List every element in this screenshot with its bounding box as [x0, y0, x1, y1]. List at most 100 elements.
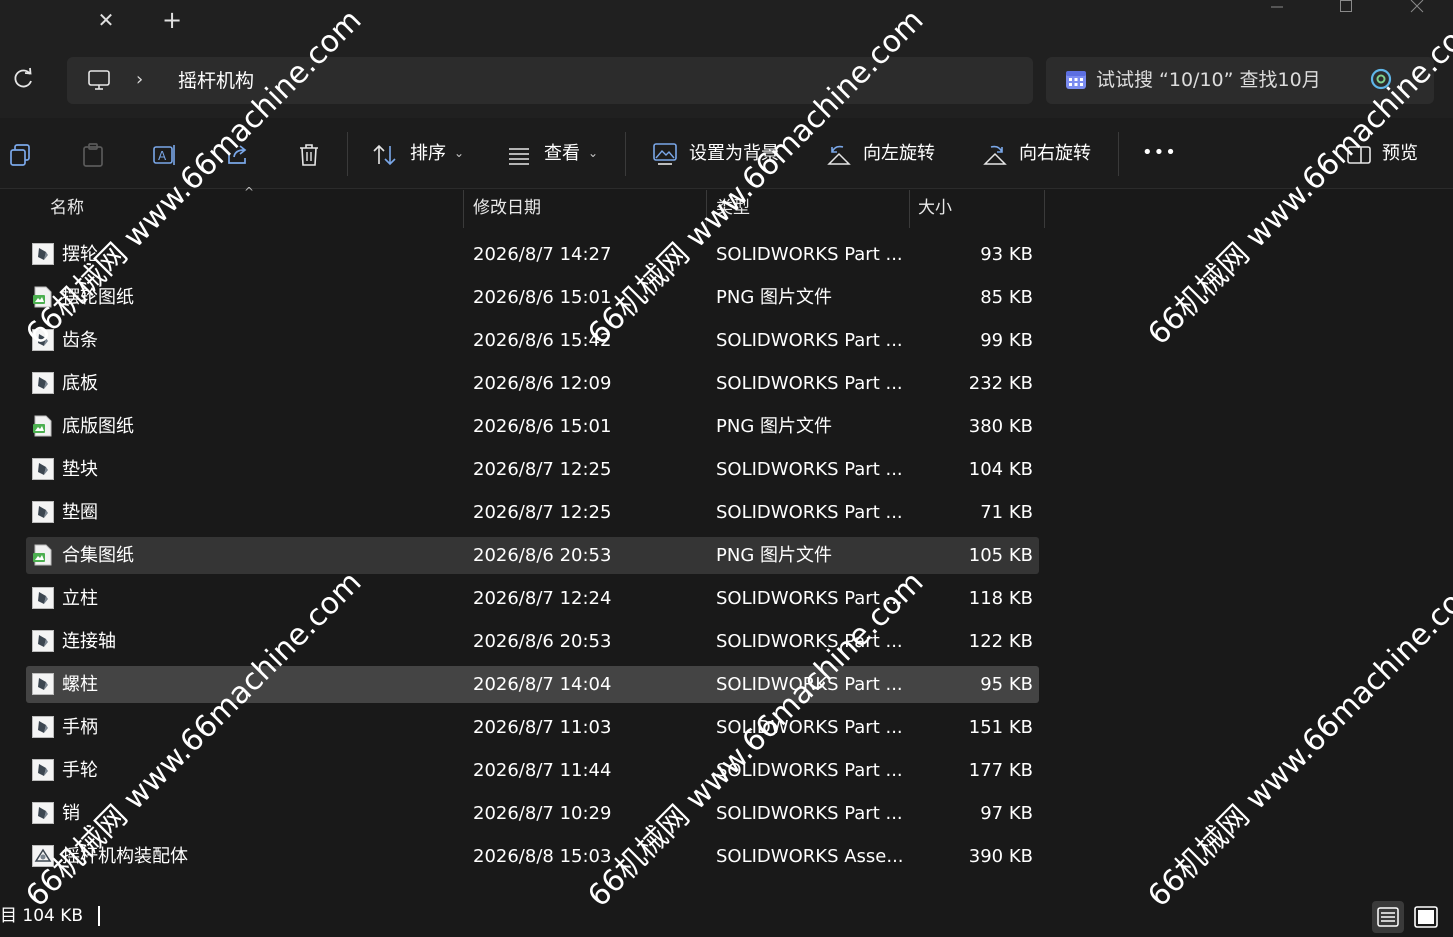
file-row[interactable]: 摆轮图纸 2026/8/6 15:01 PNG 图片文件 85 KB: [26, 279, 1039, 316]
file-modified-date: 2026/8/6 15:01: [473, 416, 612, 437]
sort-icon[interactable]: [372, 142, 398, 168]
copy-icon[interactable]: [8, 142, 34, 168]
file-row[interactable]: 合集图纸 2026/8/6 20:53 PNG 图片文件 105 KB: [26, 537, 1039, 574]
file-size: 97 KB: [980, 803, 1033, 824]
calendar-icon: [1064, 67, 1088, 91]
view-button[interactable]: 查看: [544, 141, 580, 167]
solidworks-part-icon: [32, 759, 54, 781]
preview-pane-icon[interactable]: [1346, 142, 1372, 168]
file-name: 底板: [62, 373, 98, 394]
column-header-size[interactable]: 大小: [918, 196, 952, 220]
file-row[interactable]: 摆轮 2026/8/7 14:27 SOLIDWORKS Part ... 93 KB: [26, 236, 1039, 273]
file-row[interactable]: 立柱 2026/8/7 12:24 SOLIDWORKS Part ... 118 K…: [26, 580, 1039, 617]
file-size: 177 KB: [968, 760, 1033, 781]
column-divider[interactable]: [909, 190, 910, 228]
file-row[interactable]: 底版图纸 2026/8/6 15:01 PNG 图片文件 380 KB: [26, 408, 1039, 445]
toolbar-separator: [1118, 132, 1119, 176]
rotate-left-icon[interactable]: [826, 142, 852, 168]
file-size: 93 KB: [980, 244, 1033, 265]
file-modified-date: 2026/8/7 14:04: [473, 674, 612, 695]
view-icon[interactable]: [506, 142, 532, 168]
details-view-button[interactable]: [1372, 901, 1404, 933]
file-name: 手柄: [62, 717, 98, 738]
column-divider[interactable]: [463, 190, 464, 228]
sort-button[interactable]: 排序: [410, 141, 446, 167]
file-name: 销: [62, 803, 80, 824]
file-row[interactable]: 手柄 2026/8/7 11:03 SOLIDWORKS Part ... 151 K…: [26, 709, 1039, 746]
share-icon[interactable]: [225, 142, 251, 168]
column-header-name[interactable]: 名称: [50, 196, 84, 220]
copilot-icon[interactable]: [1368, 66, 1394, 92]
file-size: 380 KB: [968, 416, 1033, 437]
this-pc-icon[interactable]: [86, 67, 112, 93]
file-type: SOLIDWORKS Part ...: [716, 631, 903, 652]
maximize-button[interactable]: [1323, 0, 1369, 18]
column-header-type[interactable]: 类型: [716, 196, 750, 220]
file-row[interactable]: 底板 2026/8/6 12:09 SOLIDWORKS Part ... 232 K…: [26, 365, 1039, 402]
file-type: SOLIDWORKS Part ...: [716, 588, 903, 609]
file-size: 122 KB: [968, 631, 1033, 652]
svg-text:A: A: [158, 149, 167, 163]
file-row[interactable]: 摇杆机构装配体 2026/8/8 15:03 SOLIDWORKS Asse... 3…: [26, 838, 1039, 875]
file-modified-date: 2026/8/8 15:03: [473, 846, 612, 867]
file-type: PNG 图片文件: [716, 545, 832, 566]
set-background-button[interactable]: 设置为背景: [689, 141, 779, 167]
file-name: 垫块: [62, 459, 98, 480]
file-size: 390 KB: [968, 846, 1033, 867]
file-name: 摆轮图纸: [62, 287, 134, 308]
minimize-icon: [1271, 6, 1283, 8]
title-bar: [0, 0, 1453, 46]
rename-icon[interactable]: A: [152, 142, 178, 168]
toolbar-separator: [625, 132, 626, 176]
file-row[interactable]: 垫圈 2026/8/7 12:25 SOLIDWORKS Part ... 71 KB: [26, 494, 1039, 531]
minimize-button[interactable]: [1254, 0, 1300, 18]
sort-ascending-icon: ^: [244, 185, 255, 199]
paste-icon[interactable]: [80, 142, 106, 168]
rotate-right-icon[interactable]: [982, 142, 1008, 168]
file-size: 104 KB: [968, 459, 1033, 480]
file-type: SOLIDWORKS Part ...: [716, 803, 903, 824]
set-background-icon[interactable]: [652, 141, 678, 167]
file-size: 232 KB: [968, 373, 1033, 394]
chevron-down-icon[interactable]: ⌄: [588, 143, 598, 163]
png-image-icon: [32, 286, 54, 308]
new-tab-button[interactable]: +: [158, 6, 186, 34]
column-divider[interactable]: [706, 190, 707, 228]
breadcrumb-chevron-icon[interactable]: ›: [136, 68, 154, 92]
rotate-left-button[interactable]: 向左旋转: [863, 141, 935, 167]
png-image-icon: [32, 415, 54, 437]
file-row[interactable]: 手轮 2026/8/7 11:44 SOLIDWORKS Part ... 177 K…: [26, 752, 1039, 789]
refresh-button[interactable]: [8, 64, 38, 94]
search-placeholder: 试试搜 “10/10” 查找10月: [1096, 69, 1321, 91]
rotate-right-button[interactable]: 向右旋转: [1019, 141, 1091, 167]
close-tab-button[interactable]: ✕: [92, 6, 120, 34]
chevron-down-icon[interactable]: ⌄: [454, 143, 464, 163]
file-modified-date: 2026/8/7 12:24: [473, 588, 612, 609]
solidworks-part-icon: [32, 501, 54, 523]
column-header-date[interactable]: 修改日期: [473, 196, 541, 220]
column-divider[interactable]: [1044, 190, 1045, 228]
file-row[interactable]: 垫块 2026/8/7 12:25 SOLIDWORKS Part ... 104 K…: [26, 451, 1039, 488]
file-modified-date: 2026/8/7 12:25: [473, 459, 612, 480]
file-modified-date: 2026/8/7 10:29: [473, 803, 612, 824]
file-row[interactable]: 销 2026/8/7 10:29 SOLIDWORKS Part ... 97 KB: [26, 795, 1039, 832]
file-modified-date: 2026/8/6 12:09: [473, 373, 612, 394]
file-modified-date: 2026/8/6 15:01: [473, 287, 612, 308]
large-icons-view-icon: [1414, 906, 1438, 928]
close-window-button[interactable]: [1394, 0, 1440, 18]
preview-pane-button[interactable]: 预览: [1382, 141, 1418, 167]
large-icons-view-button[interactable]: [1410, 901, 1442, 933]
close-icon: [1410, 0, 1424, 13]
more-options-button[interactable]: •••: [1142, 140, 1177, 166]
file-type: SOLIDWORKS Part ...: [716, 373, 903, 394]
toolbar-separator: [347, 132, 348, 176]
status-selection-size: 目 104 KB: [0, 906, 84, 926]
file-row[interactable]: 连接轴 2026/8/6 20:53 SOLIDWORKS Part ... 122 …: [26, 623, 1039, 660]
file-name: 螺柱: [62, 674, 98, 695]
breadcrumb-current-folder[interactable]: 摇杆机构: [178, 67, 254, 95]
file-row[interactable]: 螺柱 2026/8/7 14:04 SOLIDWORKS Part ... 95 KB: [26, 666, 1039, 703]
file-row[interactable]: 齿条 2026/8/6 15:42 SOLIDWORKS Part ... 99 KB: [26, 322, 1039, 359]
file-type: SOLIDWORKS Part ...: [716, 674, 903, 695]
file-type: SOLIDWORKS Asse...: [716, 846, 904, 867]
delete-icon[interactable]: [296, 142, 322, 168]
